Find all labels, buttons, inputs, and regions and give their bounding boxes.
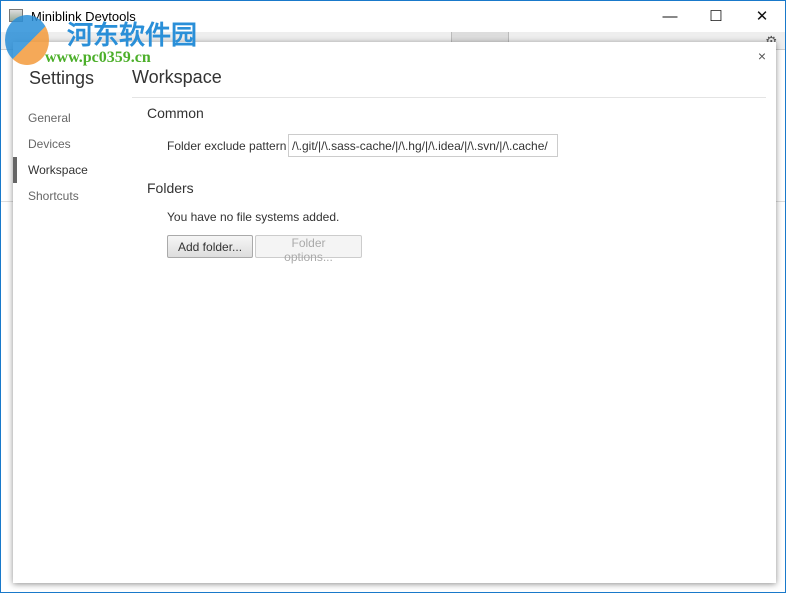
close-window-button[interactable]: ✕ [739,1,785,32]
nav-item-workspace[interactable]: Workspace [13,157,128,183]
add-folder-button[interactable]: Add folder... [167,235,254,258]
page-title: Workspace [132,67,222,87]
folder-exclude-input[interactable] [288,134,558,157]
title-bar: Miniblink Devtools — ☐ ✕ [1,1,785,32]
folder-exclude-label: Folder exclude pattern [167,139,287,153]
settings-nav: General Devices Workspace Shortcuts [13,105,128,209]
window-title: Miniblink Devtools [31,9,136,24]
app-icon [9,9,23,22]
empty-text: You have no file systems added. [167,210,340,224]
settings-title: Settings [29,68,95,88]
nav-item-devices[interactable]: Devices [13,131,128,157]
maximize-button[interactable]: ☐ [693,1,739,32]
nav-item-shortcuts[interactable]: Shortcuts [13,183,128,209]
minimize-button[interactable]: — [647,1,693,32]
nav-item-general[interactable]: General [13,105,128,131]
close-icon[interactable]: × [758,48,766,64]
folders-heading: Folders [147,180,194,196]
divider [132,97,766,98]
settings-dialog: × Settings General Devices Workspace Sho… [13,42,776,583]
common-heading: Common [147,105,204,121]
folder-options-button[interactable]: Folder options... [255,235,362,264]
